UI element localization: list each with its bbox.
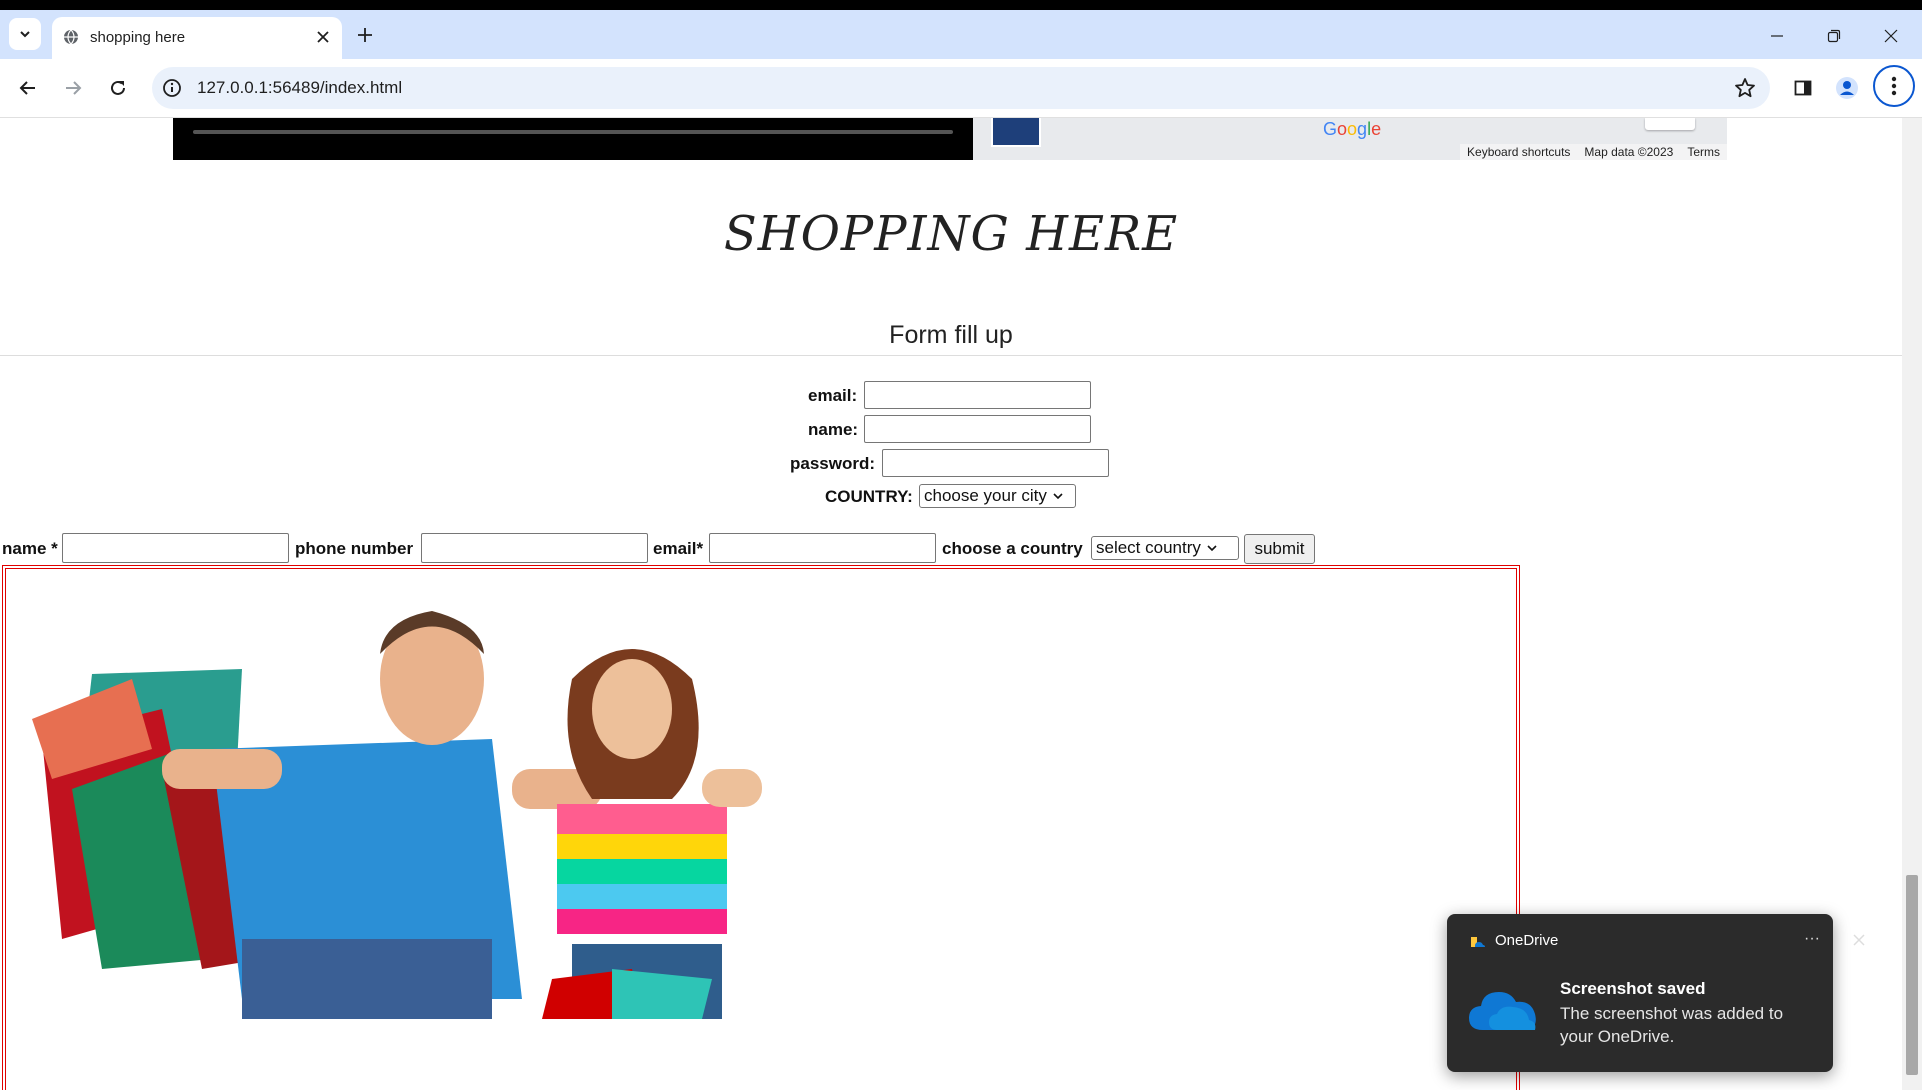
name-required-label: name *: [2, 539, 58, 558]
contact-form: name * phone number email* choose a coun…: [0, 118, 1902, 568]
address-bar[interactable]: 127.0.0.1:56489/index.html: [152, 67, 1770, 109]
phone-field[interactable]: [421, 533, 648, 563]
close-icon[interactable]: [1847, 928, 1871, 952]
browser-tab[interactable]: shopping here: [52, 17, 342, 59]
info-icon[interactable]: [162, 78, 182, 98]
choose-country-label: choose a country: [942, 539, 1083, 558]
forward-icon[interactable]: [59, 74, 87, 102]
scrollbar-thumb[interactable]: [1906, 875, 1918, 1075]
screen-top-edge: [0, 0, 1922, 10]
globe-icon: [64, 29, 78, 45]
tab-search-icon[interactable]: [9, 18, 41, 50]
onedrive-notification[interactable]: OneDrive ··· Screenshot saved The screen…: [1447, 914, 1865, 1072]
tab-strip: shopping here: [0, 10, 1922, 59]
cloud-icon: [1469, 992, 1536, 1030]
url-text: 127.0.0.1:56489/index.html: [197, 78, 403, 97]
contact-name-field[interactable]: [62, 533, 289, 563]
side-panel-icon[interactable]: [1789, 74, 1817, 102]
onedrive-icon: [1471, 937, 1485, 947]
restore-icon[interactable]: [1822, 24, 1846, 48]
country-select[interactable]: select country: [1091, 536, 1239, 560]
page-scrollbar[interactable]: [1902, 118, 1922, 1090]
window-close-icon[interactable]: [1879, 24, 1903, 48]
notification-title: Screenshot saved: [1560, 979, 1706, 998]
tab-title: shopping here: [90, 29, 186, 46]
back-icon[interactable]: [14, 74, 42, 102]
phone-label: phone number: [295, 539, 414, 558]
country-select-value: select country: [1096, 538, 1201, 557]
shopping-couple-image: [32, 611, 762, 1019]
submit-button[interactable]: submit: [1244, 534, 1315, 564]
email-required-label: email*: [653, 539, 704, 558]
plus-icon[interactable]: [354, 24, 376, 46]
minimize-icon[interactable]: [1765, 24, 1789, 48]
notification-body: The screenshot was added to your OneDriv…: [1560, 1004, 1784, 1046]
more-options-icon[interactable]: ···: [1801, 928, 1823, 950]
reload-icon[interactable]: [104, 74, 132, 102]
image-frame: [2, 565, 1520, 1090]
contact-email-field[interactable]: [709, 533, 936, 563]
star-icon[interactable]: [1734, 77, 1756, 99]
browser-toolbar: 127.0.0.1:56489/index.html: [0, 59, 1922, 118]
close-icon[interactable]: [312, 26, 334, 48]
notification-app-name: OneDrive: [1495, 932, 1559, 949]
kebab-menu-icon[interactable]: [1873, 65, 1915, 107]
chevron-down-icon: [1207, 545, 1217, 552]
profile-icon[interactable]: [1833, 74, 1861, 102]
